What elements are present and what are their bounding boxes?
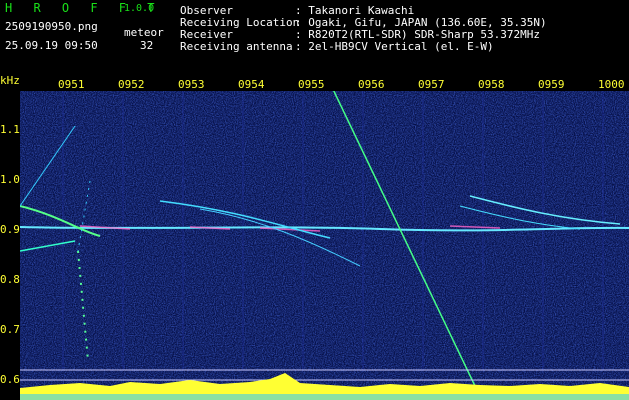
meteor-count: 32 [140, 39, 154, 52]
app-version: 1.0.0 [124, 3, 155, 14]
time-tick-0955: 0955 [298, 78, 325, 91]
time-tick-0954: 0954 [238, 78, 265, 91]
freq-tick-0-8: 0.8 [0, 273, 20, 286]
time-tick-0953: 0953 [178, 78, 205, 91]
spectrogram-plot [20, 91, 629, 400]
spectrogram-noise [20, 91, 629, 400]
time-tick-0956: 0956 [358, 78, 385, 91]
freq-tick-1-1: 1.1 [0, 123, 20, 136]
freq-tick-0-6: 0.6 [0, 373, 20, 386]
file-name: 2509190950.png [5, 20, 98, 33]
time-tick-1000: 1000 [598, 78, 625, 91]
signal-level-base [20, 394, 629, 400]
time-tick-0959: 0959 [538, 78, 565, 91]
info-antenna-value: : 2el-HB9CV Vertical (el. E-W) [295, 40, 494, 53]
time-tick-0958: 0958 [478, 78, 505, 91]
freq-tick-1-0: 1.0 [0, 173, 20, 186]
file-datetime: 25.09.19 09:50 [5, 39, 98, 52]
freq-tick-0-9: 0.9 [0, 223, 20, 236]
info-antenna-key: Receiving antenna [180, 40, 293, 53]
meteor-label: meteor [124, 26, 164, 39]
time-tick-0951: 0951 [58, 78, 85, 91]
time-tick-0957: 0957 [418, 78, 445, 91]
time-tick-0952: 0952 [118, 78, 145, 91]
freq-tick-0-7: 0.7 [0, 323, 20, 336]
hrofft-window: { "app": {"title": "H R O F F T", "versi… [0, 0, 629, 400]
frequency-unit-label: kHz [0, 74, 20, 87]
